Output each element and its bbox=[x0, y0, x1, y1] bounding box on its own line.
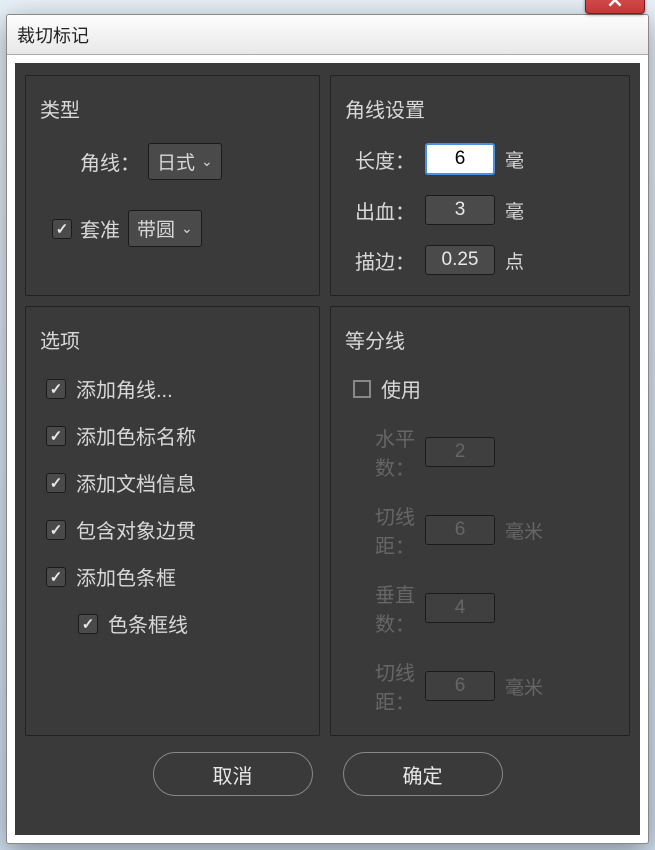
option-add-corner: 添加角线... bbox=[46, 374, 305, 403]
corner-style-value: 日式 bbox=[157, 148, 195, 175]
corner-settings-title: 角线设置 bbox=[345, 94, 615, 123]
length-input[interactable] bbox=[425, 143, 495, 175]
registration-label: 套准 bbox=[80, 214, 120, 243]
option-add-doc-info-checkbox[interactable] bbox=[46, 473, 66, 493]
use-division-label: 使用 bbox=[381, 374, 421, 403]
corner-style-select[interactable]: 日式 ⌄ bbox=[148, 143, 222, 180]
bleed-input[interactable] bbox=[425, 195, 495, 225]
corner-settings-panel: 角线设置 长度： 毫 出血： 毫 描边： 点 bbox=[330, 75, 630, 296]
chevron-down-icon: ⌄ bbox=[181, 220, 193, 237]
titlebar: 裁切标记 bbox=[7, 15, 648, 55]
h-gap-label: 切线距： bbox=[345, 501, 415, 559]
button-row: 取消 确定 bbox=[25, 752, 630, 796]
option-label: 色条框线 bbox=[108, 609, 188, 638]
option-color-bar-line: 色条框线 bbox=[78, 609, 305, 638]
registration-checkbox[interactable] bbox=[52, 219, 72, 239]
option-add-swatch-name: 添加色标名称 bbox=[46, 421, 305, 450]
bleed-label: 出血： bbox=[345, 196, 415, 225]
option-add-swatch-name-checkbox[interactable] bbox=[46, 426, 66, 446]
ok-button[interactable]: 确定 bbox=[343, 752, 503, 796]
options-list: 添加角线... 添加色标名称 添加文档信息 包含对象边贯 bbox=[40, 374, 305, 638]
window-title: 裁切标记 bbox=[17, 22, 89, 48]
ok-label: 确定 bbox=[403, 760, 443, 789]
h-count-label: 水平数： bbox=[345, 423, 415, 481]
type-title: 类型 bbox=[40, 94, 305, 123]
length-label: 长度： bbox=[345, 145, 415, 174]
h-gap-input bbox=[425, 515, 495, 545]
division-panel: 等分线 使用 水平数： 切线距： 毫米 垂直数： bbox=[330, 306, 630, 736]
option-label: 添加角线... bbox=[76, 374, 173, 403]
registration-style-select[interactable]: 带圆 ⌄ bbox=[128, 210, 202, 247]
v-gap-input bbox=[425, 671, 495, 701]
v-gap-label: 切线距： bbox=[345, 657, 415, 715]
option-add-color-bar: 添加色条框 bbox=[46, 562, 305, 591]
h-gap-unit: 毫米 bbox=[505, 517, 543, 544]
stroke-unit: 点 bbox=[505, 247, 533, 274]
option-add-corner-checkbox[interactable] bbox=[46, 379, 66, 399]
corner-label: 角线： bbox=[60, 147, 140, 176]
stroke-input[interactable] bbox=[425, 245, 495, 275]
length-unit: 毫 bbox=[505, 146, 533, 173]
dialog-content: 类型 角线： 日式 ⌄ 套准 带圆 ⌄ bbox=[15, 63, 640, 835]
v-count-input bbox=[425, 593, 495, 623]
option-label: 包含对象边贯 bbox=[76, 515, 196, 544]
v-gap-unit: 毫米 bbox=[505, 673, 543, 700]
option-color-bar-line-checkbox[interactable] bbox=[78, 614, 98, 634]
dialog-window: 裁切标记 类型 角线： 日式 ⌄ 套准 带圆 bbox=[6, 14, 649, 844]
option-label: 添加色条框 bbox=[76, 562, 176, 591]
registration-style-value: 带圆 bbox=[137, 215, 175, 242]
option-add-color-bar-checkbox[interactable] bbox=[46, 567, 66, 587]
cancel-button[interactable]: 取消 bbox=[153, 752, 313, 796]
stroke-label: 描边： bbox=[345, 246, 415, 275]
division-title: 等分线 bbox=[345, 325, 615, 354]
type-panel: 类型 角线： 日式 ⌄ 套准 带圆 ⌄ bbox=[25, 75, 320, 296]
options-title: 选项 bbox=[40, 325, 305, 354]
option-label: 添加文档信息 bbox=[76, 468, 196, 497]
chevron-down-icon: ⌄ bbox=[201, 153, 213, 170]
cancel-label: 取消 bbox=[213, 760, 253, 789]
use-division-checkbox[interactable] bbox=[353, 380, 371, 398]
options-panel: 选项 添加角线... 添加色标名称 添加文档信息 bbox=[25, 306, 320, 736]
option-include-bounds-checkbox[interactable] bbox=[46, 520, 66, 540]
option-label: 添加色标名称 bbox=[76, 421, 196, 450]
v-count-label: 垂直数： bbox=[345, 579, 415, 637]
h-count-input bbox=[425, 437, 495, 467]
option-include-bounds: 包含对象边贯 bbox=[46, 515, 305, 544]
bleed-unit: 毫 bbox=[505, 197, 533, 224]
option-add-doc-info: 添加文档信息 bbox=[46, 468, 305, 497]
